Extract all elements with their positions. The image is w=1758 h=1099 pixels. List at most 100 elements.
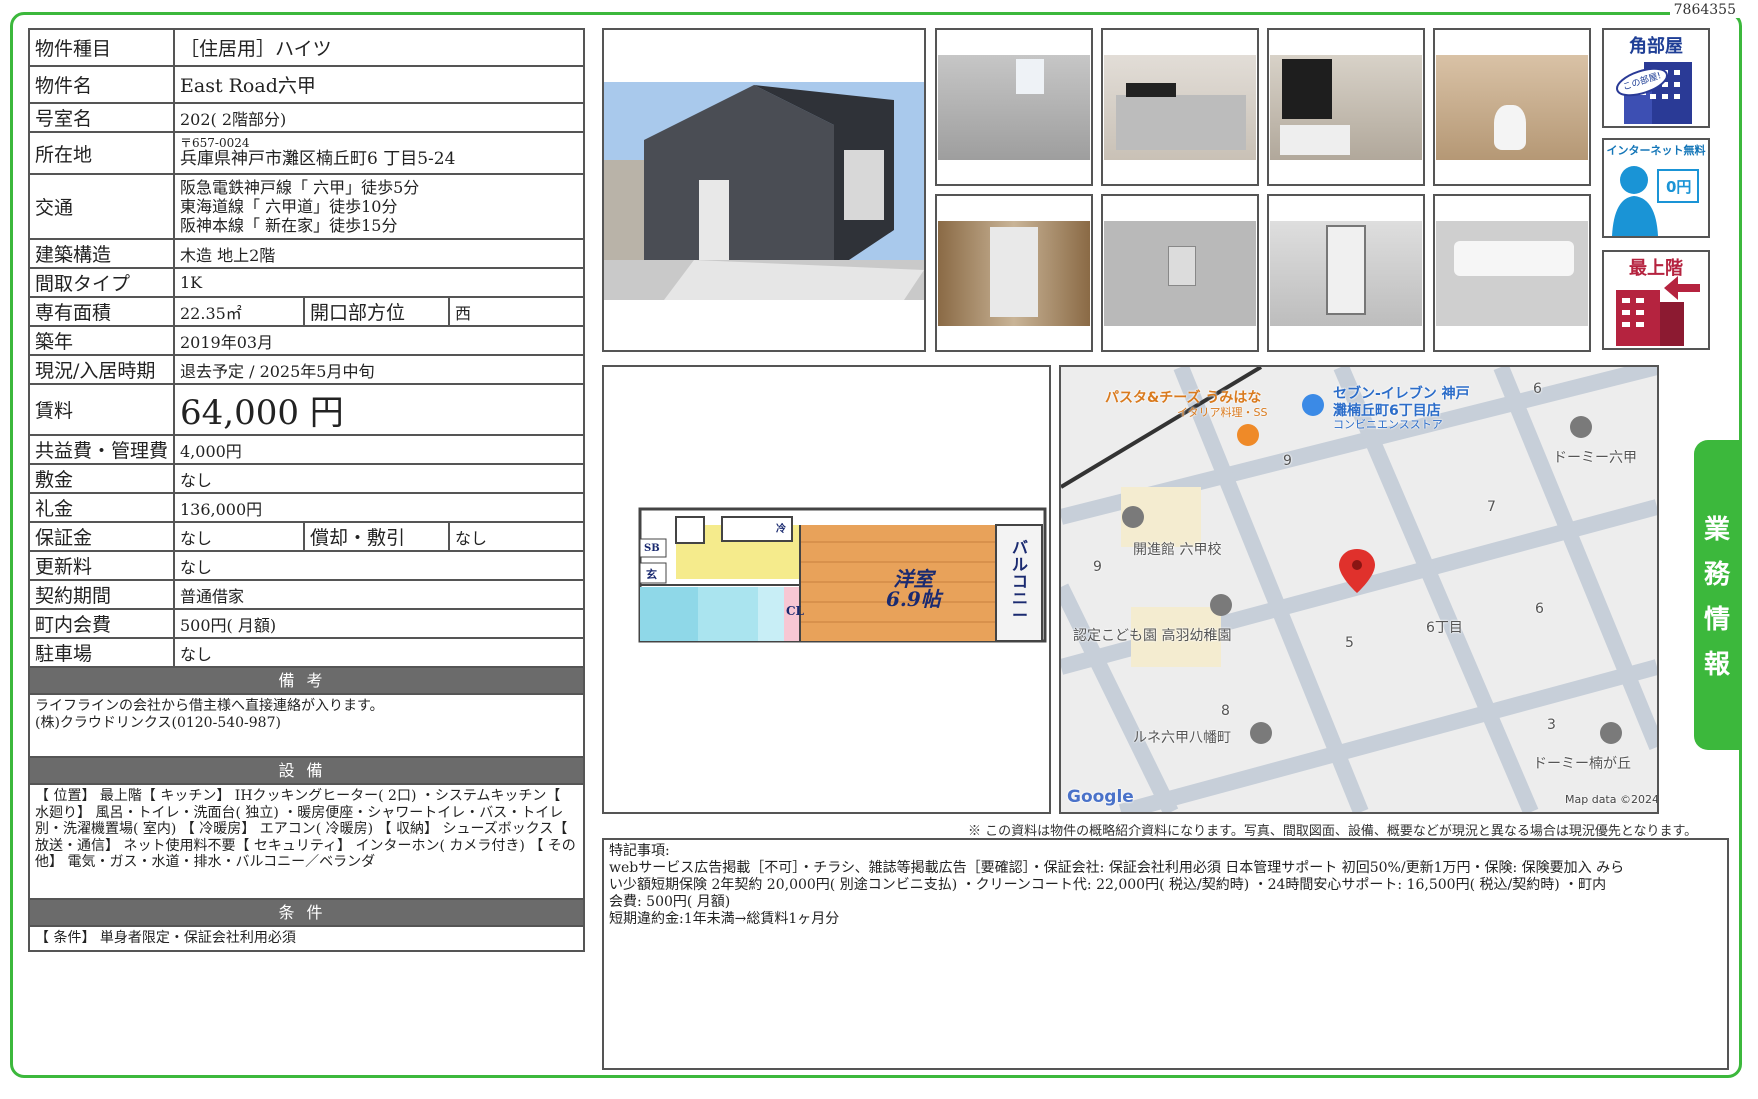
traffic-value: 阪急電鉄神戸線「 六甲」徒歩5分 東海道線「 六甲道」徒歩10分 阪神本線「 新…: [173, 173, 585, 240]
remarks-body: ライフラインの会社から借主様へ直接連絡が入ります。 (株)クラウドリンクス(01…: [28, 693, 585, 758]
town-fee-label: 町内会費: [28, 608, 175, 639]
washroom-photo-image: [938, 221, 1090, 326]
closet-photo[interactable]: [1267, 194, 1425, 352]
corner-room-title: 角部屋: [1629, 36, 1683, 57]
conditions-heading: 条件: [28, 898, 585, 927]
top-floor-badge: 最上階: [1602, 250, 1710, 350]
key-money-value: 136,000円: [173, 492, 585, 523]
status-label: 現況/入居時期: [28, 354, 175, 385]
rent-value: 64,000 円: [173, 383, 585, 436]
map-school-label: 開進館 六甲校: [1133, 542, 1222, 558]
room-size: 6.9帖: [886, 587, 941, 611]
map-chome-label: 6丁目: [1426, 620, 1463, 636]
town-fee-value: 500円( 月額): [173, 608, 585, 639]
room-photo-image: [938, 55, 1090, 160]
notes-line: い少額短期保険 2年契約 20,000円( 別途コンビニ支払) ・クリーンコート…: [609, 877, 1607, 893]
address: 兵庫県神戸市灘区楠丘町6 丁目5-24: [180, 149, 456, 169]
type-label: 物件種目: [28, 28, 175, 67]
layout-label: 間取タイプ: [28, 267, 175, 298]
corner-room-badge: 角部屋 この部屋!: [1602, 28, 1710, 128]
equipment-heading: 設備: [28, 756, 585, 785]
kitchen-photo[interactable]: [1101, 28, 1259, 186]
toilet-photo-image: [1436, 55, 1588, 160]
map-kinder-label: 認定こども園 高羽幼稚園: [1073, 628, 1232, 644]
contract-value: 普通借家: [173, 579, 585, 610]
fridge-label: 冷: [776, 524, 786, 535]
map-pasta-sub: イタリア料理・SS: [1177, 406, 1268, 419]
kitchen-photo-image: [1104, 55, 1256, 160]
side-tab-char: 務: [1703, 560, 1730, 590]
notes-line: 短期違約金:1年未満→総賃料1ヶ月分: [609, 911, 840, 927]
special-notes: 特記事項: webサービス広告掲載［不可］・チラシ、雑誌等掲載広告［要確認］・保…: [602, 838, 1729, 1070]
area-value: 22.35㎡: [173, 296, 305, 327]
built-label: 築年: [28, 325, 175, 356]
parking-value: なし: [173, 637, 585, 668]
aircon-photo[interactable]: [1433, 194, 1591, 352]
free-internet-sub: 0円: [1666, 178, 1692, 196]
property-spec-table: 物件種目 ［住居用］ハイツ 物件名 East Road六甲 号室名 202( 2…: [28, 28, 585, 952]
floor-plan[interactable]: 洋室 6.9帖 バルコニー CL SB 玄 冷: [602, 365, 1051, 814]
washroom-photo[interactable]: [935, 194, 1093, 352]
amortization-value: なし: [448, 521, 585, 552]
remarks-line: (株)クラウドリンクス(0120-540-987): [35, 714, 281, 731]
deposit-label: 敷金: [28, 463, 175, 494]
map-block-number: 9: [1093, 559, 1102, 575]
map-dormy1-label: ドーミー六甲: [1553, 450, 1637, 466]
exterior-photo-image: [604, 82, 924, 300]
bathroom-photo-image: [1270, 55, 1422, 160]
notes-line: 特記事項:: [609, 843, 670, 859]
intercom-photo[interactable]: [1101, 194, 1259, 352]
amortization-label: 償却・敷引: [303, 521, 450, 552]
balcony-label: バルコニー: [1012, 538, 1029, 625]
deposit-value: なし: [173, 463, 585, 494]
type-value: ［住居用］ハイツ: [173, 28, 585, 67]
toilet-photo[interactable]: [1433, 28, 1591, 186]
traffic-line: 東海道線「 六甲道」徒歩10分: [180, 197, 398, 216]
area-label: 専有面積: [28, 296, 175, 327]
layout-value: 1K: [173, 267, 585, 298]
business-info-tab[interactable]: 業 務 情 報: [1694, 440, 1740, 750]
structure-value: 木造 地上2階: [173, 238, 585, 269]
disclaimer-text: ※ この資料は物件の概略紹介資料になります。写真、間取図面、設備、概要などが現況…: [968, 824, 1698, 839]
document-id: 7864355: [1669, 2, 1740, 18]
built-value: 2019年03月: [173, 325, 585, 356]
guarantee-label: 保証金: [28, 521, 175, 552]
side-tab-char: 情: [1703, 605, 1730, 635]
rent-label: 賃料: [28, 383, 175, 436]
location-label: 所在地: [28, 131, 175, 175]
traffic-line: 阪急電鉄神戸線「 六甲」徒歩5分: [180, 178, 420, 197]
room-photo-1[interactable]: [935, 28, 1093, 186]
map-block-number: 6: [1533, 381, 1542, 397]
exterior-photo[interactable]: [602, 28, 926, 352]
notes-line: webサービス広告掲載［不可］・チラシ、雑誌等掲載広告［要確認］・保証会社: 保…: [609, 860, 1625, 876]
intercom-photo-image: [1104, 221, 1256, 326]
notes-line: 会費: 500円( 月額): [609, 894, 731, 910]
status-value: 退去予定 / 2025年5月中旬: [173, 354, 585, 385]
bathroom-photo[interactable]: [1267, 28, 1425, 186]
location-map[interactable]: パスタ&チーズ うみはな イタリア料理・SS セブン-イレブン 神戸 灘楠丘町6…: [1059, 365, 1659, 814]
equipment-body: 【 位置】 最上階【 キッチン】 IHクッキングヒーター( 2口) ・システムキ…: [28, 783, 585, 900]
shoebox-label: SB: [644, 543, 660, 554]
side-tab-char: 業: [1703, 515, 1730, 545]
map-rune-label: ルネ六甲八幡町: [1133, 730, 1231, 746]
structure-label: 建築構造: [28, 238, 175, 269]
location-value: 〒657-0024 兵庫県神戸市灘区楠丘町6 丁目5-24: [173, 131, 585, 175]
room-type: 洋室: [893, 567, 934, 591]
contract-label: 契約期間: [28, 579, 175, 610]
map-block-number: 6: [1535, 601, 1544, 617]
free-internet-badge: インターネット無料 0円: [1602, 138, 1710, 238]
closet-label: CL: [786, 604, 804, 618]
floor-plan-drawing: [638, 507, 1047, 643]
name-label: 物件名: [28, 65, 175, 104]
map-seven-sub: コンビニエンスストア: [1333, 418, 1443, 431]
traffic-line: 阪神本線「 新在家」徒歩15分: [180, 216, 398, 235]
map-block-number: 3: [1547, 717, 1556, 733]
conditions-body: 【 条件】 単身者限定・保証会社利用必須: [28, 925, 585, 952]
map-block-number: 7: [1487, 499, 1496, 515]
aircon-photo-image: [1436, 221, 1588, 326]
remarks-heading: 備考: [28, 666, 585, 695]
map-credit: Map data ©2024: [1565, 793, 1659, 806]
fee-label: 共益費・管理費: [28, 434, 175, 465]
free-internet-title: インターネット無料: [1606, 144, 1706, 157]
side-tab-char: 報: [1703, 650, 1730, 680]
